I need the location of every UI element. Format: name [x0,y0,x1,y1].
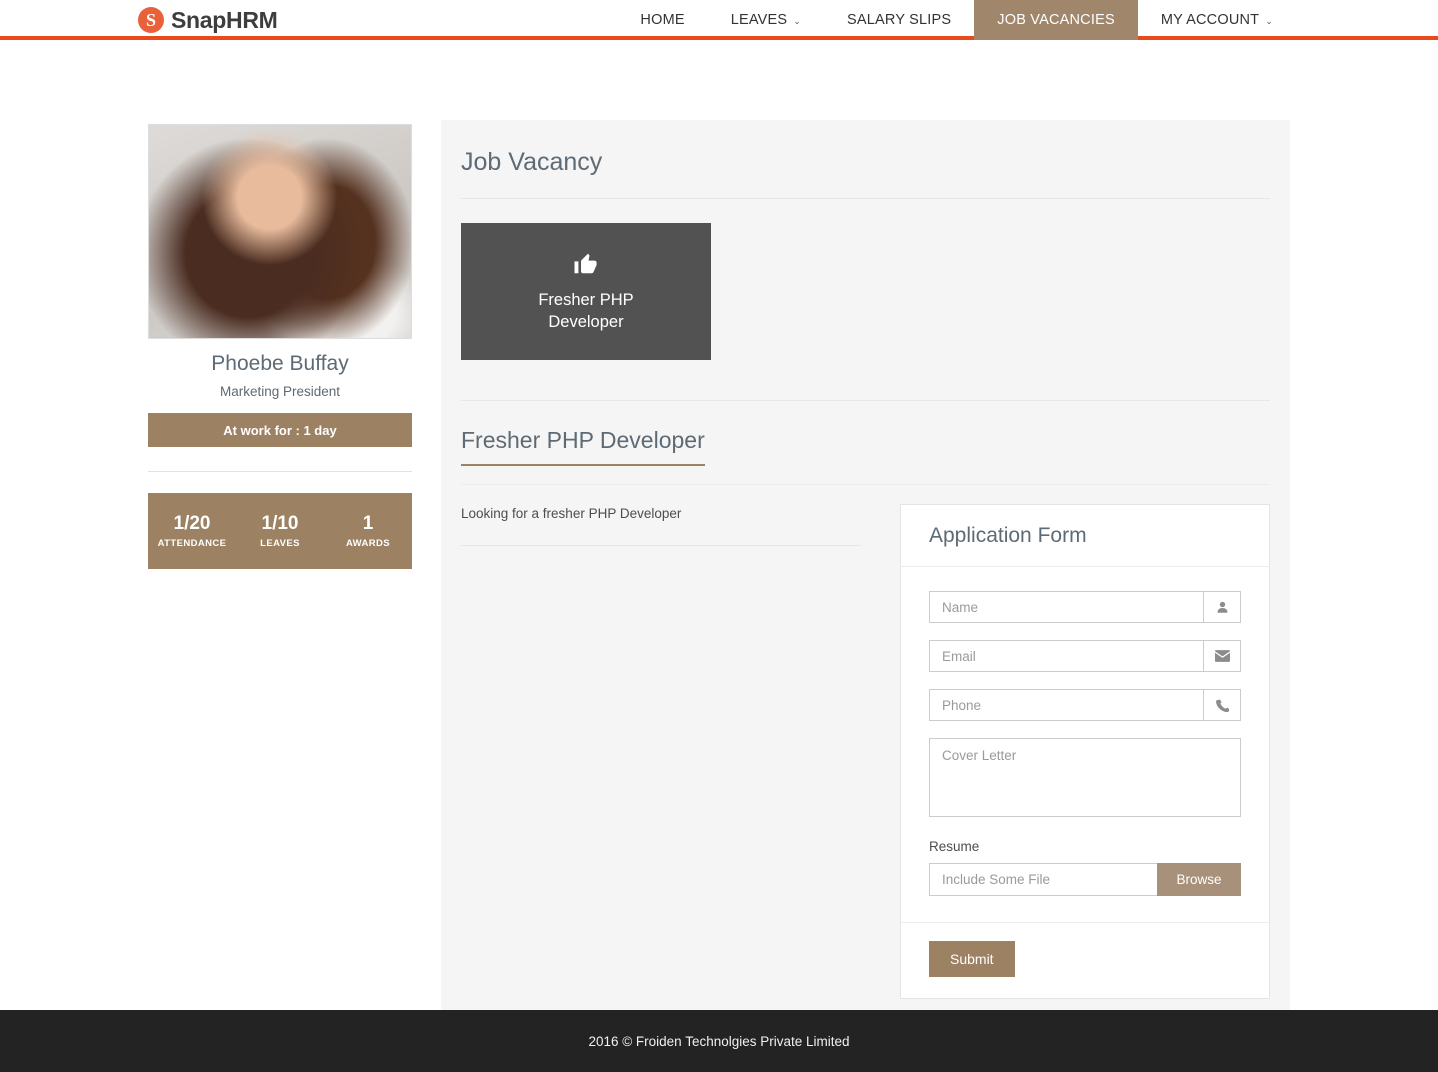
resume-file-group: Browse [929,863,1241,897]
stat-leaves-label: LEAVES [260,538,300,550]
application-form-footer: Submit [901,922,1269,998]
nav-item-my-account[interactable]: MY ACCOUNT ⌄ [1138,0,1296,40]
site-footer: 2016 © Froiden Technolgies Private Limit… [0,1010,1438,1072]
envelope-icon [1203,640,1241,673]
phone-field-group [929,689,1241,722]
resume-label: Resume [929,839,980,855]
copyright-text: 2016 © Froiden Technolgies Private Limit… [588,1033,850,1049]
phone-input[interactable] [929,689,1203,722]
browse-button[interactable]: Browse [1157,863,1241,897]
job-title-rule [461,484,1270,486]
stat-attendance-value: 1/20 [173,512,211,534]
brand-name: SnapHRM [171,6,278,33]
vacancy-card-label: Fresher PHP Developer [538,290,634,331]
nav-item-leaves[interactable]: LEAVES ⌄ [708,0,824,40]
nav-label-leaves: LEAVES [730,12,788,28]
stat-awards-value: 1 [362,512,374,534]
profile-name: Phoebe Buffay [211,352,349,375]
job-detail-body: Looking for a fresher PHP Developer Appl… [461,504,1270,1000]
nav-label-home: HOME [640,12,685,28]
email-input[interactable] [929,640,1203,673]
job-title: Fresher PHP Developer [461,427,705,466]
application-form-body: Resume Browse [901,567,1269,922]
application-form-panel: Application Form Name Email Phone Cover … [900,504,1270,1000]
submit-button[interactable]: Submit [929,941,1015,978]
nav-item-job-vacancies[interactable]: JOB VACANCIES [974,0,1138,40]
job-description-column: Looking for a fresher PHP Developer [461,506,861,999]
page-title: Job Vacancy [461,148,1270,199]
stat-leaves[interactable]: 1/10 LEAVES [236,513,324,550]
sidebar-divider [148,471,412,472]
snaphrm-logo-icon: S [138,7,164,33]
stat-awards-label: AWARDS [345,538,391,550]
brand-logo[interactable]: S SnapHRM [138,4,278,36]
stat-leaves-value: 1/10 [261,512,299,534]
chevron-down-icon: ⌄ [793,15,802,26]
vacancy-card-fresher-php-developer[interactable]: Fresher PHP Developer [461,223,711,360]
nav-item-home[interactable]: HOME [617,0,707,40]
name-input[interactable] [929,591,1203,624]
stat-attendance-label: ATTENDANCE [157,538,227,550]
profile-sidebar: Phoebe Buffay Marketing President At wor… [148,124,412,569]
section-divider [461,400,1270,401]
work-status-badge: At work for : 1 day [148,413,412,447]
stat-attendance[interactable]: 1/20 ATTENDANCE [148,513,236,550]
avatar [148,124,412,339]
application-form-title: Application Form [901,505,1269,568]
chevron-down-icon: ⌄ [1265,15,1273,26]
user-icon [1203,591,1241,624]
stat-awards[interactable]: 1 AWARDS [324,513,412,550]
profile-role: Marketing President [219,384,341,399]
nav-item-salary-slips[interactable]: SALARY SLIPS [824,0,974,40]
cover-letter-textarea[interactable] [929,738,1241,818]
job-description: Looking for a fresher PHP Developer [461,506,861,547]
main-navigation: HOME LEAVES ⌄ SALARY SLIPS JOB VACANCIES… [617,0,1296,40]
vacancy-card-grid: Fresher PHP Developer [461,223,1270,360]
resume-file-input[interactable] [929,863,1157,897]
email-field-group [929,640,1241,673]
site-header: S SnapHRM HOME LEAVES ⌄ SALARY SLIPS JOB… [0,0,1438,40]
nav-label-salary-slips: SALARY SLIPS [847,12,952,28]
name-field-group [929,591,1241,624]
page-body: Phoebe Buffay Marketing President At wor… [0,40,1438,1013]
nav-label-job-vacancies: JOB VACANCIES [997,12,1115,28]
thumbs-up-icon [573,250,599,280]
nav-label-my-account: MY ACCOUNT [1160,12,1260,28]
job-vacancy-panel: Job Vacancy Fresher PHP Developer Fresher… [441,120,1290,1013]
phone-icon [1203,689,1241,722]
profile-stats: 1/20 ATTENDANCE 1/10 LEAVES 1 AWARDS [148,493,412,569]
